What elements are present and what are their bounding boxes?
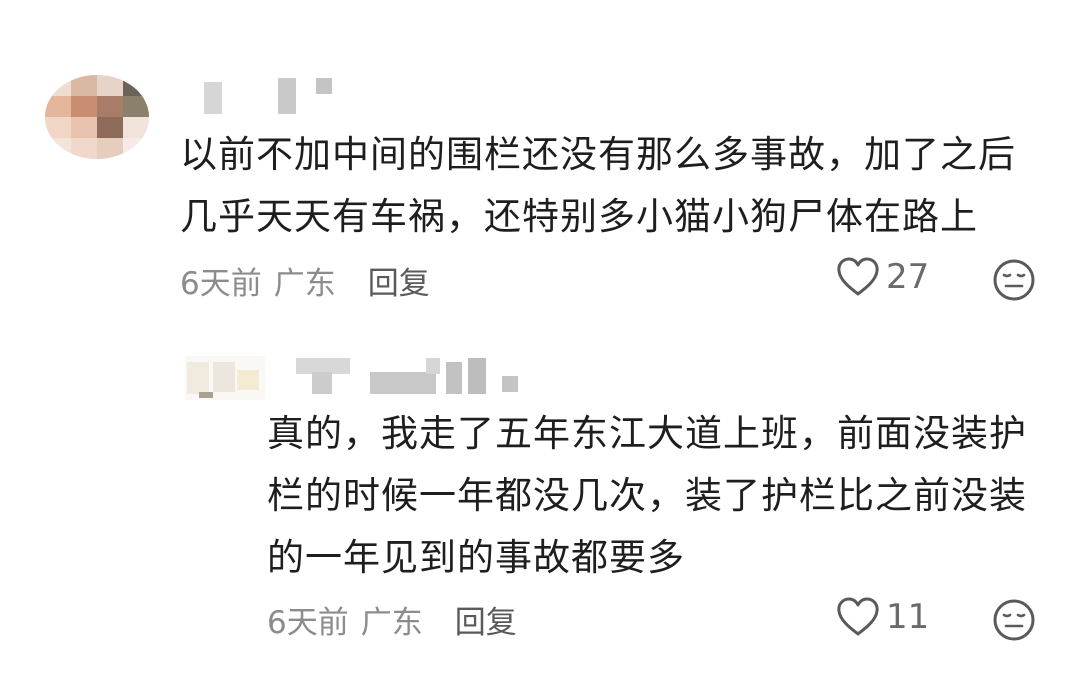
- like-button[interactable]: 27: [836, 256, 929, 298]
- neutral-face-icon[interactable]: [992, 598, 1036, 642]
- comment-time: 6天前: [180, 266, 262, 302]
- user-avatar[interactable]: [45, 75, 149, 159]
- reply-meta: 6天前 广东 回复: [267, 597, 517, 642]
- reply-emoji-reaction-button[interactable]: [992, 598, 1036, 642]
- comment-text-line: 几乎天天有车祸，还特别多小猫小狗尸体在路上: [180, 195, 978, 238]
- emoji-reaction-button[interactable]: [992, 258, 1036, 302]
- reply-text-line: 真的，我走了五年东江大道上班，前面没装护: [267, 412, 1027, 455]
- reply-avatar[interactable]: [185, 356, 265, 400]
- reply-button[interactable]: 回复: [368, 258, 430, 303]
- reply-like-button[interactable]: 11: [836, 596, 929, 638]
- heart-outline-icon[interactable]: [836, 256, 880, 298]
- like-count: 27: [886, 257, 930, 297]
- comment-text-line: 以前不加中间的围栏还没有那么多事故，加了之后: [180, 133, 1016, 176]
- comment-meta: 6天前 广东 回复: [180, 258, 430, 303]
- reply-time: 6天前: [267, 605, 349, 641]
- reply-region: 广东: [360, 605, 423, 641]
- heart-outline-icon[interactable]: [836, 596, 880, 638]
- reply-text: 真的，我走了五年东江大道上班，前面没装护 栏的时候一年都没几次，装了护栏比之前没…: [267, 403, 1027, 589]
- reply-button[interactable]: 回复: [455, 597, 517, 642]
- neutral-face-icon[interactable]: [992, 258, 1036, 302]
- comment-text: 以前不加中间的围栏还没有那么多事故，加了之后 几乎天天有车祸，还特别多小猫小狗尸…: [180, 124, 1016, 248]
- reply-username-redacted[interactable]: [296, 358, 526, 394]
- reply-text-line: 的一年见到的事故都要多: [267, 536, 685, 579]
- reply-text-line: 栏的时候一年都没几次，装了护栏比之前没装: [267, 474, 1027, 517]
- username-redacted[interactable]: [180, 78, 360, 114]
- comment-region: 广东: [273, 266, 336, 302]
- like-count: 11: [886, 597, 930, 637]
